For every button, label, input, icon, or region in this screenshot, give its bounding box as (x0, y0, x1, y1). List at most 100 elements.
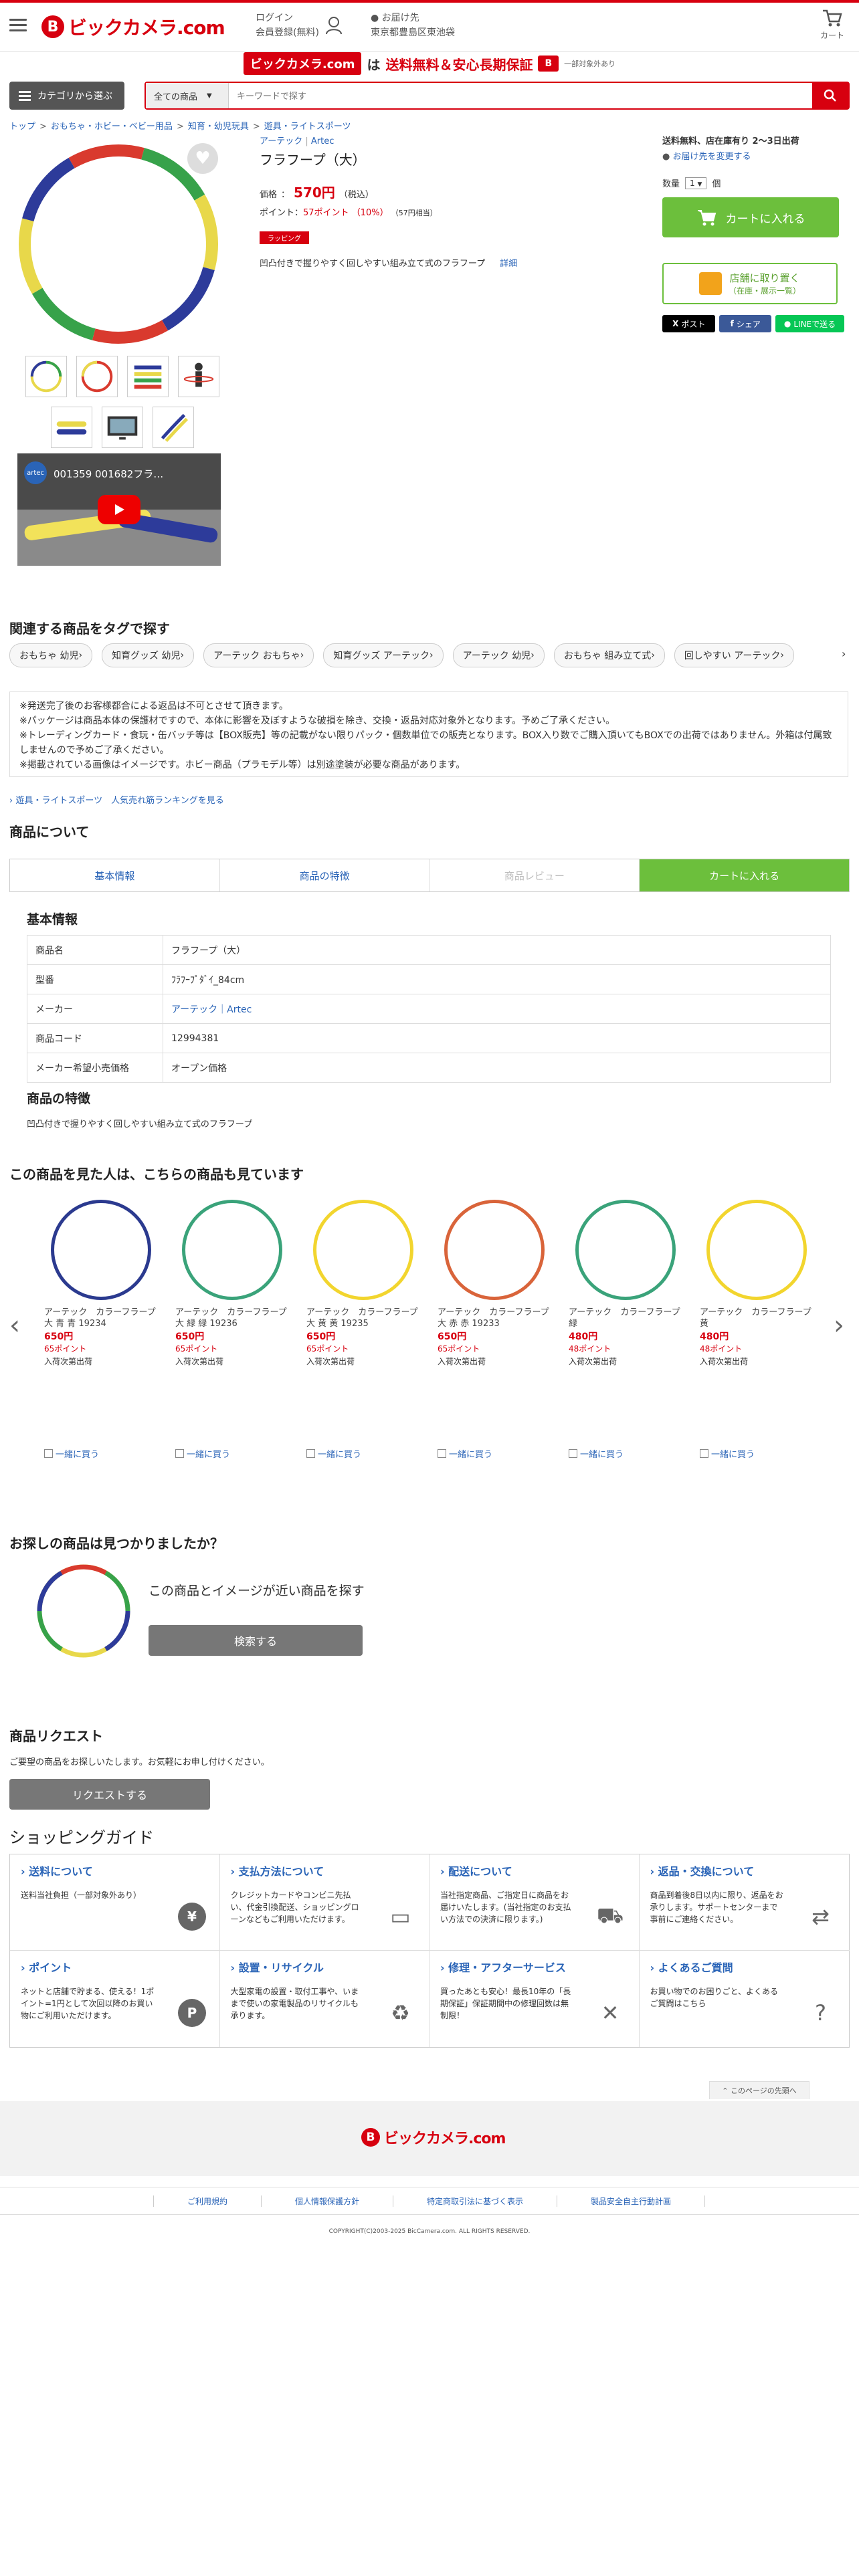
product-card[interactable]: アーテック カラーフラープ大 赤 赤 19233 650円 65ポイント 入荷次第出荷… (438, 1200, 551, 1460)
tag-chip[interactable]: アーテック おもちゃ › (203, 643, 314, 667)
footer-link[interactable]: 製品安全自主行動計画 (557, 2195, 706, 2207)
search-input[interactable] (235, 83, 740, 110)
product-card[interactable]: アーテック カラーフラープ大 緑 緑 19236 650円 65ポイント 入荷次第出荷… (175, 1200, 289, 1460)
delivery-area[interactable]: ● お届け先 東京都豊島区東池袋 (371, 11, 455, 40)
buy-together-checkbox[interactable]: 一緒に買う (438, 1447, 492, 1460)
thumbnail[interactable] (51, 407, 92, 448)
guide-item[interactable]: › 送料について 送料当社負担（一部対象外あり） ¥ (10, 1854, 220, 1951)
thumbnail[interactable] (102, 407, 143, 448)
chevron-right-icon[interactable]: › (842, 647, 846, 660)
product-card-image[interactable] (444, 1200, 545, 1300)
buy-together-checkbox[interactable]: 一緒に買う (306, 1447, 361, 1460)
buy-together-checkbox[interactable]: 一緒に買う (44, 1447, 99, 1460)
guide-item-title[interactable]: › 設置・リサイクル (231, 1959, 419, 1975)
guide-item-title[interactable]: › 支払方法について (231, 1862, 419, 1879)
product-card-image[interactable] (313, 1200, 413, 1300)
product-main-image[interactable] (15, 140, 222, 348)
footer-link[interactable]: 特定商取引法に基づく表示 (393, 2195, 558, 2207)
product-card-name[interactable]: アーテック カラーフラープ大 黄 黄 19235 (306, 1307, 420, 1329)
product-card[interactable]: アーテック カラーフラープ大 黄 黄 19235 650円 65ポイント 入荷次第出荷… (306, 1200, 420, 1460)
product-card-name[interactable]: アーテック カラーフラープ緑 (569, 1307, 682, 1329)
buy-together-checkbox[interactable]: 一緒に買う (175, 1447, 230, 1460)
login-link[interactable]: ログイン (256, 11, 319, 25)
maker-en-link[interactable]: Artec (311, 136, 334, 146)
info-value-maker-link[interactable]: アーテック｜Artec (163, 994, 831, 1024)
footer-link[interactable]: ご利用規約 (153, 2195, 262, 2207)
tag-chip[interactable]: 知育グッズ 幼児 › (102, 643, 195, 667)
product-card-name[interactable]: アーテック カラーフラープ大 緑 緑 19236 (175, 1307, 289, 1329)
favorite-heart-icon[interactable]: ♥ (187, 143, 218, 174)
tag-chip[interactable]: おもちゃ 組み立て式 › (553, 643, 665, 667)
thumbnail[interactable] (178, 356, 219, 397)
product-card-image[interactable] (575, 1200, 676, 1300)
category-button[interactable]: カテゴリから選ぶ (9, 82, 124, 110)
guide-item[interactable]: › 修理・アフターサービス 買ったあとも安心！最長10年の「長期保証」保証期間中の… (430, 1951, 640, 2047)
footer-link[interactable]: 個人情報保護方針 (260, 2195, 393, 2207)
breadcrumb-item[interactable]: 知育・幼児玩具 (188, 122, 249, 132)
product-card[interactable]: アーテック カラーフラープ緑 480円 48ポイント 入荷次第出荷 一緒に買う (569, 1200, 682, 1460)
store-pickup-button[interactable]: 店舗に取り置く （在庫・展示一覧） (662, 263, 838, 304)
search-button[interactable] (812, 83, 848, 108)
guide-item-title[interactable]: › ポイント (21, 1959, 209, 1975)
promo-banner[interactable]: ビックカメラ.com は 送料無料＆安心長期保証 B 一部対象外あり (0, 52, 859, 75)
thumbnail[interactable] (153, 407, 194, 448)
maker-link[interactable]: アーテック (260, 136, 302, 146)
product-card-image[interactable] (706, 1200, 807, 1300)
breadcrumb-item[interactable]: 遊具・ライトスポーツ (264, 122, 351, 132)
guide-item[interactable]: › ポイント ネットと店舗で貯まる、使える！1ポイント=1円として次回以降のお買い… (10, 1951, 220, 2047)
share-line-button[interactable]: ● LINEで送る (775, 315, 844, 332)
add-to-cart-button[interactable]: カートに入れる (662, 197, 839, 237)
buy-together-checkbox[interactable]: 一緒に買う (700, 1447, 755, 1460)
login-area[interactable]: ログイン 会員登録(無料) (256, 11, 319, 40)
guide-item-title[interactable]: › 修理・アフターサービス (440, 1959, 628, 1975)
guide-item[interactable]: › よくあるご質問 お買い物でのお困りごと、よくあるご質問はこちら? (640, 1951, 850, 2047)
tab-features[interactable]: 商品の特徴 (219, 859, 430, 891)
product-card[interactable]: アーテック カラーフラープ大 青 青 19234 650円 65ポイント 入荷次第出荷… (44, 1200, 158, 1460)
product-card-name[interactable]: アーテック カラーフラープ黄 (700, 1307, 814, 1329)
tag-chip[interactable]: 回しやすい アーテック › (674, 643, 794, 667)
request-button[interactable]: リクエストする (9, 1779, 210, 1810)
menu-icon[interactable] (9, 19, 27, 32)
breadcrumb-item[interactable]: おもちゃ・ホビー・ベビー用品 (51, 122, 173, 132)
tag-chip[interactable]: アーテック 幼児 › (452, 643, 545, 667)
tag-chip[interactable]: おもちゃ 幼児 › (9, 643, 93, 667)
search-similar-button[interactable]: 検索する (149, 1625, 363, 1656)
search-scope-select[interactable]: 全ての商品 ▼ (146, 83, 229, 108)
product-video[interactable]: artec 001359 001682フラ… (17, 453, 221, 566)
thumbnail[interactable] (76, 356, 118, 397)
buy-together-checkbox[interactable]: 一緒に買う (569, 1447, 624, 1460)
change-address-link[interactable]: お届け先を変更する (672, 152, 751, 162)
guide-item-title[interactable]: › 配送について (440, 1862, 628, 1879)
guide-item[interactable]: › 配送について 当社指定商品、ご指定日に商品をお届けいたします。(当社指定のお支… (430, 1854, 640, 1951)
user-icon[interactable] (325, 16, 343, 35)
tab-basic-info[interactable]: 基本情報 (10, 859, 220, 891)
site-logo[interactable]: B ビックカメラ.com (41, 13, 225, 40)
guide-item[interactable]: › 設置・リサイクル 大型家電の設置・取付工事や、いままで使いの家電製品のリサイク… (220, 1951, 430, 2047)
product-card-image[interactable] (51, 1200, 151, 1300)
thumbnail[interactable] (127, 356, 169, 397)
breadcrumb-item[interactable]: トップ (9, 122, 35, 132)
thumbnail[interactable] (25, 356, 67, 397)
footer-logo[interactable]: B ビックカメラ.com (361, 2127, 506, 2148)
cart-header[interactable]: カート (820, 8, 844, 41)
guide-item[interactable]: › 返品・交換について 商品到着後8日以内に限り、返品をお承りします。サポートセン… (639, 1854, 850, 1951)
guide-item-title[interactable]: › 返品・交換について (650, 1862, 839, 1879)
share-x-button[interactable]: X ポスト (662, 315, 716, 332)
tab-add-to-cart[interactable]: カートに入れる (640, 859, 849, 891)
guide-item-title[interactable]: › よくあるご質問 (650, 1959, 839, 1975)
product-card[interactable]: アーテック カラーフラープ黄 480円 48ポイント 入荷次第出荷 一緒に買う (700, 1200, 814, 1460)
tag-chip[interactable]: 知育グッズ アーテック › (323, 643, 444, 667)
product-card-image[interactable] (182, 1200, 282, 1300)
qty-select[interactable]: 1 ▼ (685, 177, 707, 189)
page-top-button[interactable]: ⌃ このページの先頭へ (709, 2081, 809, 2099)
product-card-name[interactable]: アーテック カラーフラープ大 赤 赤 19233 (438, 1307, 551, 1329)
guide-item-title[interactable]: › 送料について (21, 1862, 209, 1879)
share-facebook-button[interactable]: f シェア (719, 315, 772, 332)
similar-product-image[interactable] (33, 1561, 134, 1661)
product-card-name[interactable]: アーテック カラーフラープ大 青 青 19234 (44, 1307, 158, 1329)
ranking-link[interactable]: › 遊具・ライトスポーツ 人気売れ筋ランキングを見る (9, 793, 224, 806)
register-link[interactable]: 会員登録(無料) (256, 25, 319, 40)
detail-link[interactable]: 詳細 (500, 259, 517, 269)
guide-item[interactable]: › 支払方法について クレジットカードやコンビニ先払い、代金引換配送、ショッピング… (219, 1854, 430, 1951)
play-icon[interactable] (98, 495, 140, 524)
